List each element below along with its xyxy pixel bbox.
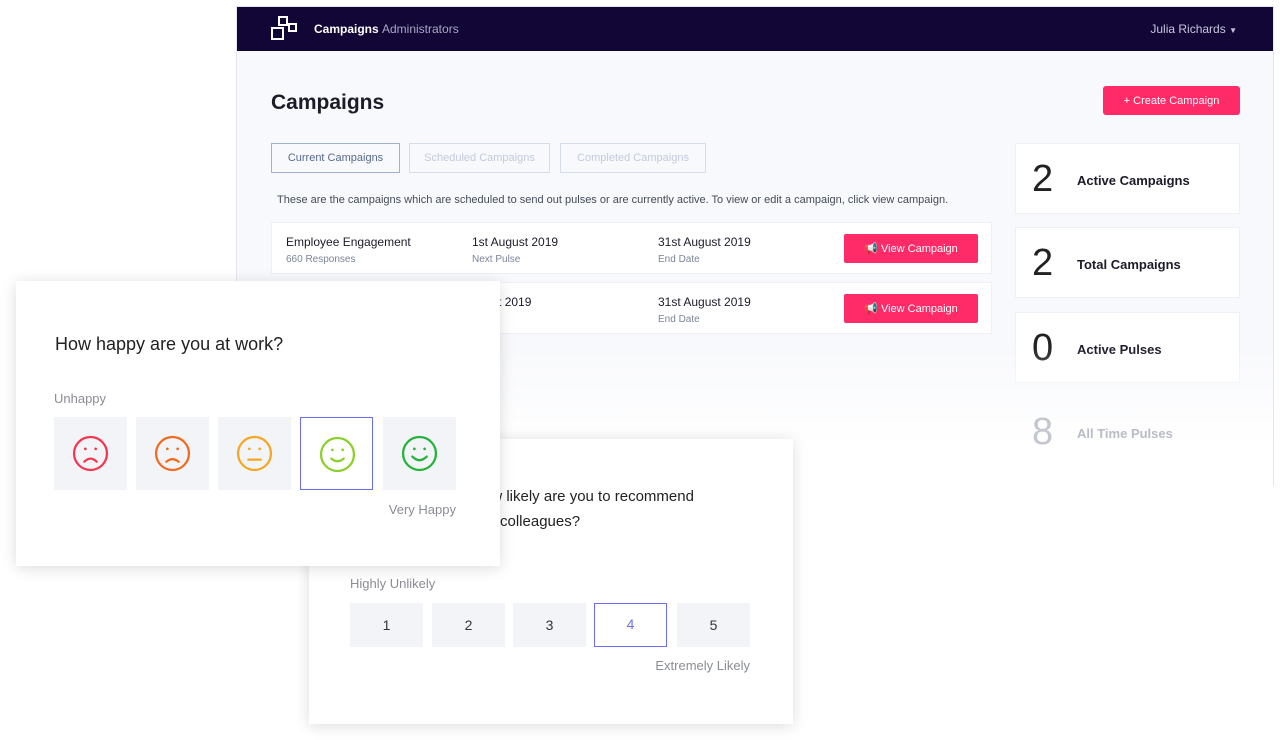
caret-down-icon: ▼ — [1229, 26, 1237, 35]
very-sad-face-icon — [72, 435, 109, 472]
campaign-name: Employee Engagement — [286, 235, 411, 249]
neutral-face-icon — [236, 435, 273, 472]
page-title: Campaigns — [271, 91, 385, 114]
campaign-row: Employee Engagement 660 Responses 1st Aug… — [271, 222, 992, 274]
high-label: Very Happy — [388, 502, 456, 517]
megaphone-icon: 📢 — [864, 303, 881, 315]
stat-total-campaigns: 2 Total Campaigns — [1015, 227, 1240, 298]
stat-label: Active Campaigns — [1077, 173, 1190, 188]
next-pulse-date: 1st August 2019 — [472, 235, 559, 249]
happy-face-icon — [319, 436, 356, 473]
top-nav: Campaigns Administrators Julia Richards … — [237, 7, 1273, 51]
view-campaign-label: View Campaign — [880, 243, 958, 255]
end-date: 31st August 2019 — [658, 295, 751, 309]
rating-option-2[interactable]: 2 — [432, 603, 505, 647]
view-campaign-label: View Campaign — [880, 303, 958, 315]
end-date-label: End Date — [658, 254, 700, 265]
stat-label: All Time Pulses — [1077, 426, 1173, 441]
stat-label: Total Campaigns — [1077, 257, 1181, 272]
face-option-2[interactable] — [136, 417, 209, 490]
tab-scheduled-campaigns[interactable]: Scheduled Campaigns — [409, 143, 550, 173]
survey-card-happiness: How happy are you at work? Unhappy Very … — [16, 281, 500, 566]
face-option-1[interactable] — [54, 417, 127, 490]
view-campaign-button[interactable]: 📢 View Campaign — [844, 294, 978, 323]
rating-option-3[interactable]: 3 — [513, 603, 586, 647]
description: These are the campaigns which are schedu… — [277, 194, 949, 206]
face-option-3[interactable] — [218, 417, 291, 490]
tab-completed-campaigns[interactable]: Completed Campaigns — [560, 143, 706, 173]
user-name: Julia Richards — [1150, 22, 1226, 36]
question-line-1: ow likely are you to recommend — [483, 488, 694, 505]
low-label: Unhappy — [54, 391, 107, 406]
end-date-label: End Date — [658, 314, 700, 325]
rating-option-5[interactable]: 5 — [677, 603, 750, 647]
question-line-2: colleagues? — [500, 513, 581, 530]
create-campaign-label: Create Campaign — [1133, 94, 1220, 107]
stat-value: 2 — [1032, 242, 1054, 284]
face-option-4[interactable] — [300, 417, 373, 490]
face-option-5[interactable] — [383, 417, 456, 490]
create-campaign-button[interactable]: + Create Campaign — [1103, 86, 1240, 115]
stat-all-time-pulses: 8 All Time Pulses — [1015, 396, 1240, 467]
stat-value: 2 — [1032, 158, 1054, 200]
nav-campaigns[interactable]: Campaigns — [314, 22, 379, 36]
sad-face-icon — [154, 435, 191, 472]
low-label: Highly Unlikely — [350, 576, 436, 591]
rating-option-4[interactable]: 4 — [594, 603, 667, 647]
stat-active-campaigns: 2 Active Campaigns — [1015, 143, 1240, 214]
logo-icon — [271, 16, 297, 40]
responses: 660 Responses — [286, 254, 356, 265]
stat-value: 8 — [1032, 411, 1054, 453]
question: How happy are you at work? — [55, 334, 284, 354]
rating-option-1[interactable]: 1 — [350, 603, 423, 647]
very-happy-face-icon — [401, 435, 438, 472]
next-pulse-label: Next Pulse — [472, 254, 521, 265]
megaphone-icon: 📢 — [864, 243, 881, 255]
high-label: Extremely Likely — [655, 658, 750, 673]
user-menu[interactable]: Julia Richards ▼ — [1150, 22, 1237, 36]
view-campaign-button[interactable]: 📢 View Campaign — [844, 234, 978, 263]
plus-icon: + — [1123, 94, 1134, 107]
tab-current-campaigns[interactable]: Current Campaigns — [271, 143, 400, 173]
nav-administrators[interactable]: Administrators — [382, 22, 459, 36]
end-date: 31st August 2019 — [658, 235, 751, 249]
